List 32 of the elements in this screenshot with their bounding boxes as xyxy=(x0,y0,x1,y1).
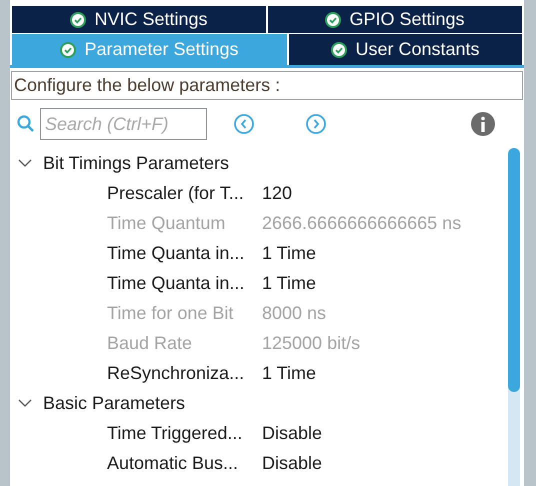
description-field: Configure the below parameters : xyxy=(11,71,523,100)
parameter-value[interactable]: 1 Time xyxy=(262,270,316,296)
check-circle-icon xyxy=(331,42,348,58)
parameter-name: Baud Rate xyxy=(107,332,194,354)
parameter-value[interactable]: 1 Time xyxy=(262,240,316,266)
tab[interactable]: GPIO Settings xyxy=(268,6,522,33)
parameter-name: Automatic Bus... xyxy=(107,452,240,474)
parameter-value[interactable]: 1 Time xyxy=(262,360,316,386)
parameter-value[interactable]: Disable xyxy=(262,420,322,446)
parameter-name: ReSynchroniza... xyxy=(107,362,246,385)
search-field[interactable]: Search (Ctrl+F) xyxy=(40,108,207,140)
parameter-name: Time Quantum xyxy=(107,212,226,234)
parameter-name: Time for one Bit xyxy=(107,302,234,324)
check-circle-icon xyxy=(60,42,76,58)
parameter-name: Time Quanta in... xyxy=(107,242,246,264)
parameter-value[interactable]: Disable xyxy=(262,450,322,476)
check-circle-icon xyxy=(70,12,86,28)
parameter-value[interactable]: 120 xyxy=(262,180,292,206)
tab[interactable]: NVIC Settings xyxy=(12,6,266,33)
scrollbar[interactable] xyxy=(508,148,520,486)
parameter-name: Prescaler (for T... xyxy=(107,182,245,205)
next-icon[interactable] xyxy=(305,113,327,135)
previous-icon[interactable] xyxy=(233,113,255,135)
group-title: Basic Parameters xyxy=(43,392,186,414)
check-circle-icon xyxy=(325,12,342,28)
tab[interactable]: User Constants xyxy=(288,34,522,65)
group-title: Bit Timings Parameters xyxy=(43,152,230,175)
parameter-name: Time Quanta in... xyxy=(107,272,246,294)
scrollbar-thumb[interactable] xyxy=(508,148,520,392)
info-icon[interactable] xyxy=(471,112,495,136)
parameter-name: Time Triggered... xyxy=(107,422,244,445)
search-icon xyxy=(16,114,36,134)
